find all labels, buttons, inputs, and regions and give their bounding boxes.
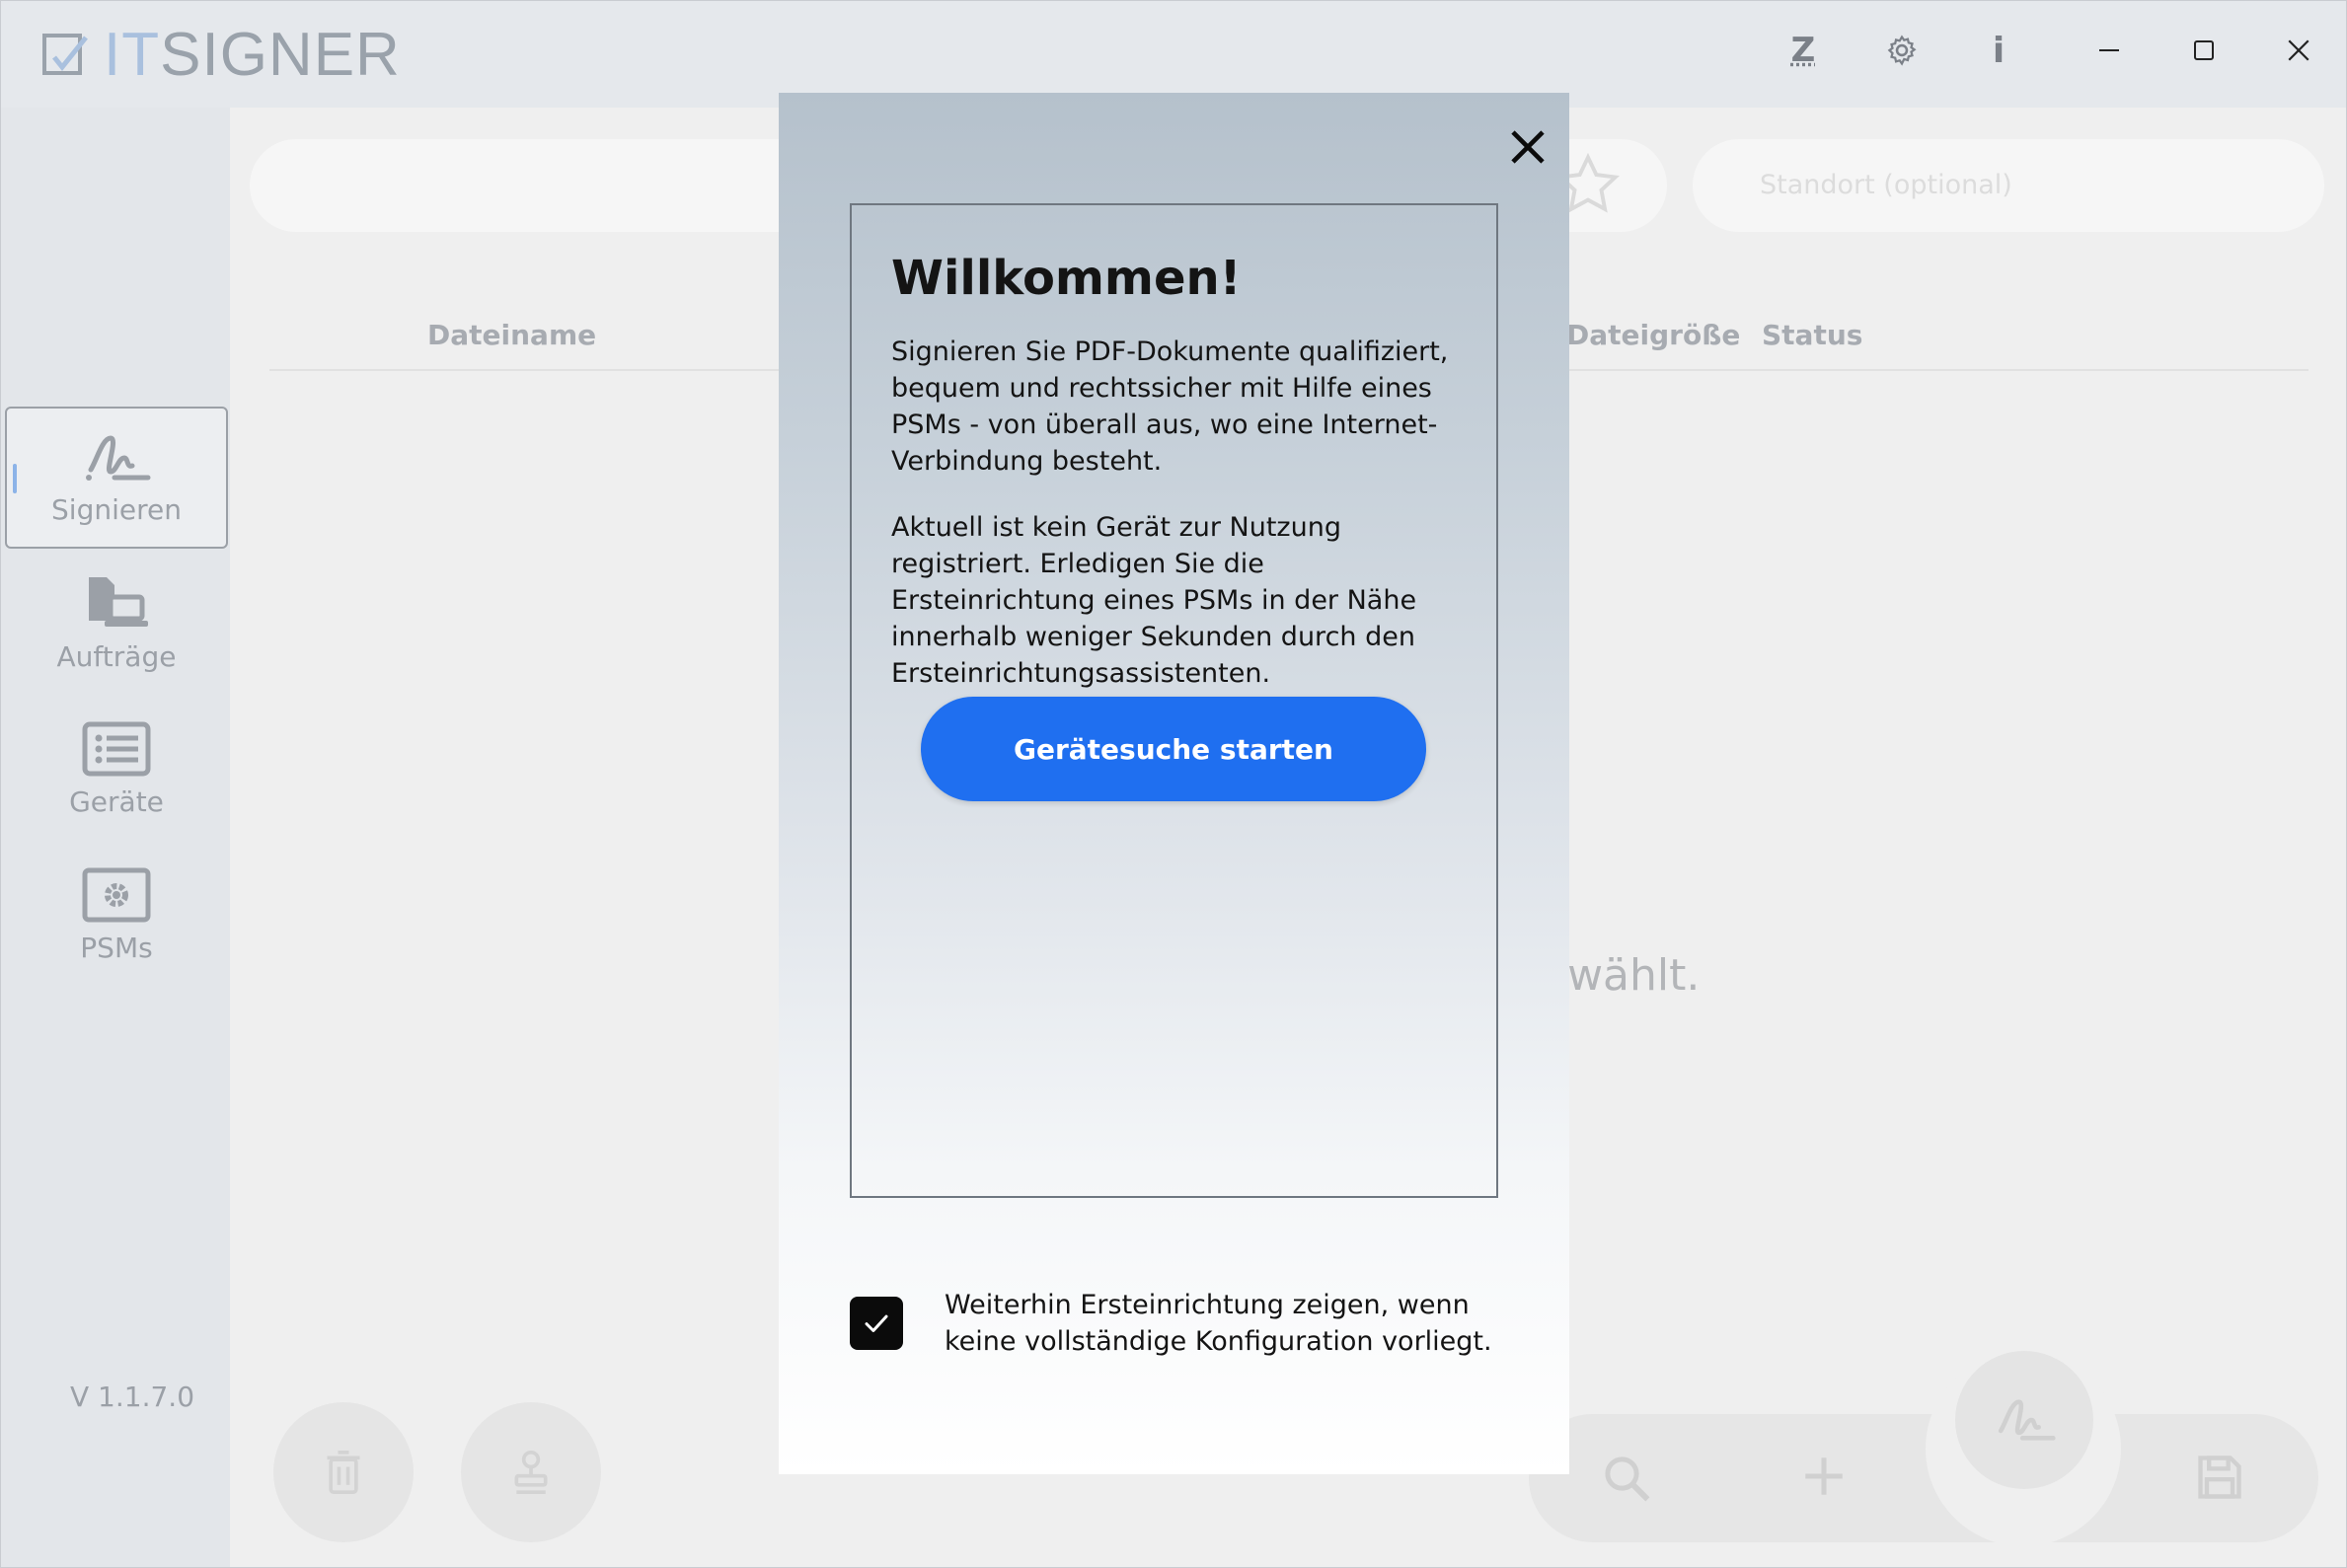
show-setup-checkbox-label[interactable]: Weiterhin Ersteinrichtung zeigen, wenn k… — [945, 1287, 1547, 1360]
stamp-icon — [514, 1451, 548, 1494]
save-button[interactable] — [2194, 1452, 2245, 1503]
show-setup-checkbox[interactable] — [850, 1297, 903, 1350]
orders-icon — [89, 576, 148, 627]
column-header-status[interactable]: Status — [1762, 319, 1862, 351]
z-label: Z — [1790, 31, 1816, 70]
save-icon — [2198, 1456, 2241, 1499]
z-button[interactable]: Z — [1774, 23, 1833, 78]
app-version: V 1.1.7.0 — [70, 1381, 195, 1413]
devices-list-icon — [82, 721, 151, 776]
signature-icon — [1998, 1399, 2056, 1441]
intro-paragraph: Signieren Sie PDF-Dokumente qualifiziert… — [891, 336, 1449, 477]
minimize-icon — [2099, 49, 2119, 51]
sign-fab-button[interactable] — [1955, 1351, 2093, 1489]
logo-check-icon — [40, 30, 90, 79]
delete-button[interactable] — [273, 1402, 414, 1542]
sidebar-label: Signieren — [51, 492, 182, 526]
settings-button[interactable] — [1872, 23, 1931, 78]
sidebar-label: Aufträge — [56, 639, 177, 673]
search-icon — [1605, 1456, 1650, 1502]
close-icon — [2288, 39, 2309, 61]
title-bar: ITSIGNER Z i — [1, 1, 2346, 108]
signature-icon — [86, 434, 151, 481]
maximize-icon — [2194, 40, 2214, 60]
sidebar-item-signieren[interactable]: Signieren — [5, 407, 228, 549]
app-window: ITSIGNER Z i Signieren Aufträge Geräte P… — [0, 0, 2347, 1568]
column-header-filename[interactable]: Dateiname — [427, 319, 596, 351]
checkmark-icon — [865, 1314, 888, 1332]
status-paragraph: Aktuell ist kein Gerät zur Nutzung regis… — [891, 512, 1417, 689]
column-header-filesize[interactable]: Dateigröße — [1566, 319, 1740, 351]
maximize-button[interactable] — [2174, 23, 2233, 78]
info-label: i — [1992, 30, 2006, 71]
sidebar-label: Geräte — [69, 784, 164, 818]
logo-prefix: IT — [104, 20, 161, 89]
dialog-title: Willkommen! — [891, 251, 1242, 306]
sidebar-item-auftraege[interactable]: Aufträge — [5, 552, 228, 694]
dialog-close-button[interactable] — [1497, 116, 1558, 178]
search-button[interactable] — [1600, 1452, 1653, 1505]
close-icon — [1511, 130, 1545, 164]
app-logo: ITSIGNER — [40, 20, 401, 89]
sidebar-label: PSMs — [80, 931, 153, 964]
stamp-button[interactable] — [461, 1402, 601, 1542]
sidebar-item-geraete[interactable]: Geräte — [5, 698, 228, 840]
logo-suffix: SIGNER — [160, 20, 401, 89]
add-button[interactable] — [1799, 1452, 1849, 1501]
window-close-button[interactable] — [2269, 23, 2328, 78]
welcome-card: Willkommen! Signieren Sie PDF-Dokumente … — [850, 203, 1498, 1198]
plus-icon — [1805, 1457, 1843, 1495]
start-device-search-button[interactable]: Gerätesuche starten — [921, 697, 1426, 801]
info-button[interactable]: i — [1969, 23, 2028, 78]
trash-icon — [327, 1451, 360, 1494]
welcome-dialog: Willkommen! Signieren Sie PDF-Dokumente … — [779, 93, 1569, 1474]
sidebar-item-psms[interactable]: PSMs — [5, 844, 228, 986]
gear-icon — [1887, 35, 1917, 66]
active-indicator — [13, 464, 17, 493]
psm-settings-icon — [82, 867, 151, 922]
location-input[interactable]: Standort (optional) — [1693, 139, 2324, 232]
minimize-button[interactable] — [2080, 23, 2139, 78]
sidebar: Signieren Aufträge Geräte PSMs V 1.1.7.0 — [1, 108, 230, 1567]
